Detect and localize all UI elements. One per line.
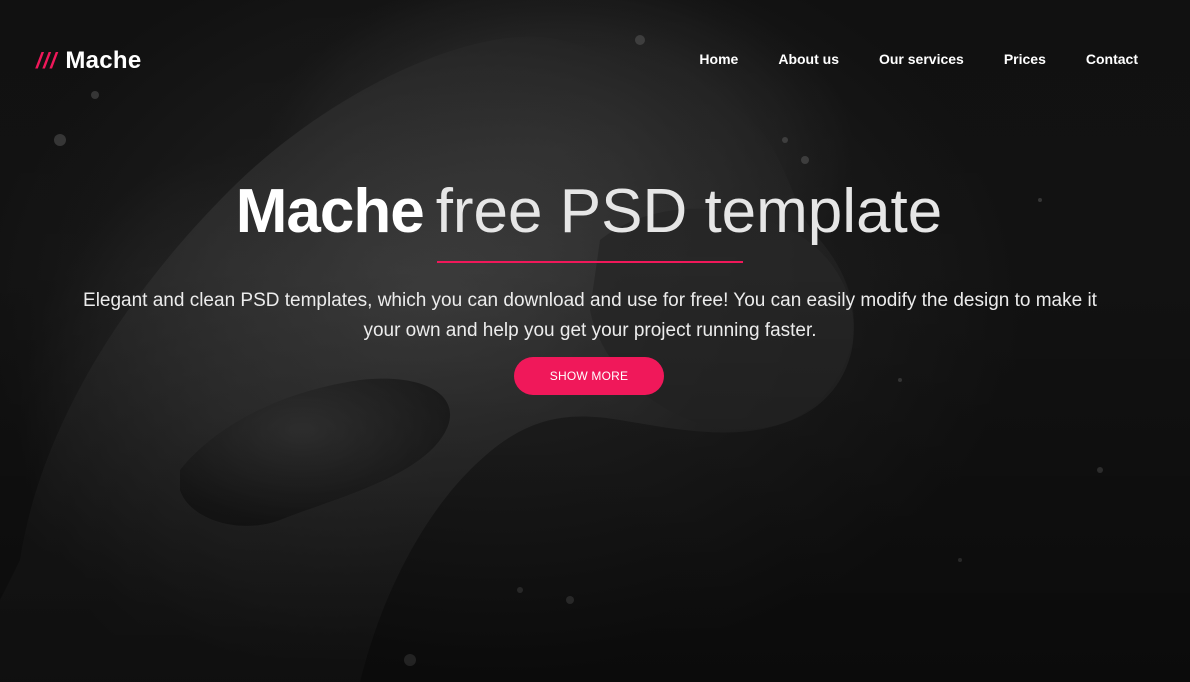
show-more-button[interactable]: SHOW MORE [514,357,664,395]
nav-about-us[interactable]: About us [778,51,839,67]
nav-our-services[interactable]: Our services [879,51,964,67]
nav-prices[interactable]: Prices [1004,51,1046,67]
hero-section: /// Mache Home About us Our services Pri… [0,0,1190,682]
hero-title-light: free PSD template [435,177,943,246]
hero-title-strong: Mache [235,177,425,246]
nav-home[interactable]: Home [699,51,738,67]
main-navigation: Home About us Our services Prices Contac… [659,51,1138,67]
hero-title: Mache free PSD template [0,172,1178,252]
title-divider [437,261,743,263]
brand-logo[interactable]: /// Mache [36,46,142,76]
logo-slashes-icon: /// [36,48,58,73]
brand-name: Mache [65,47,142,74]
hero-subtitle: Elegant and clean PSD templates, which y… [83,290,1097,341]
nav-contact[interactable]: Contact [1086,51,1138,67]
